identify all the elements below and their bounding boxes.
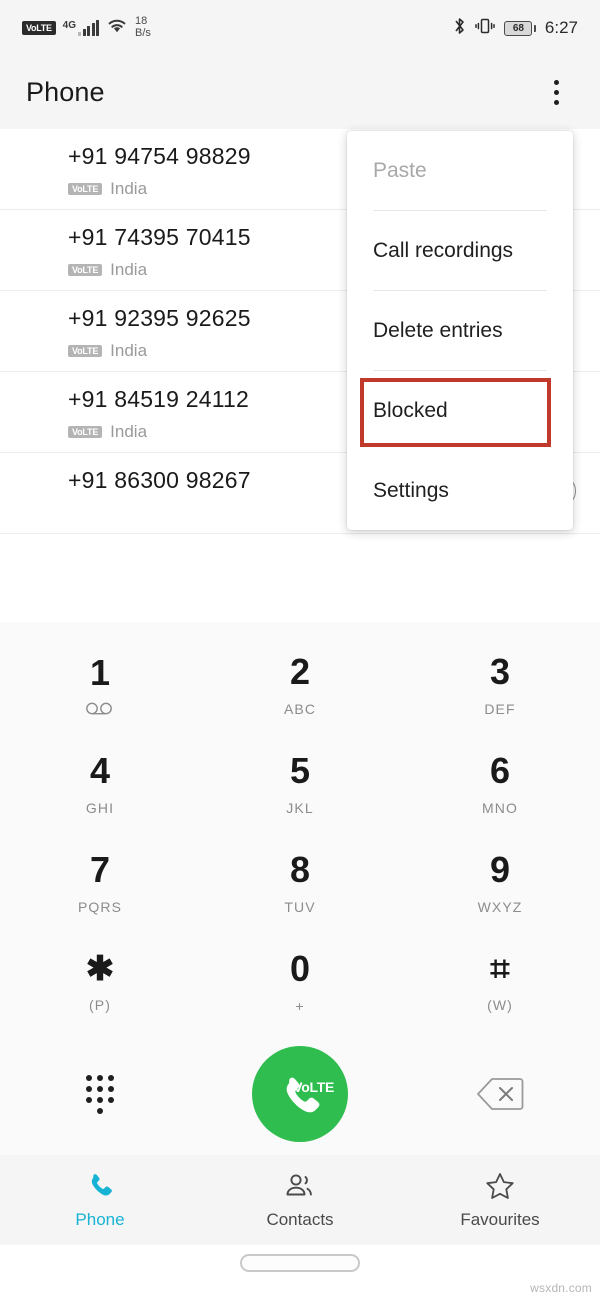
menu-item-label: Call recordings xyxy=(373,239,514,262)
call-button-volte-label: VoLTE xyxy=(293,1079,334,1095)
dialpad-digit: ✱ xyxy=(85,950,115,988)
dialpad-letters: (W) xyxy=(487,997,513,1013)
menu-item-label: Blocked xyxy=(373,399,448,422)
dialpad-letters: + xyxy=(295,998,305,1014)
dialpad-letters: MNO xyxy=(482,800,518,816)
call-log-region: India xyxy=(110,341,148,360)
dialpad-key-0[interactable]: 0 + xyxy=(200,933,400,1032)
dialpad-letters: ABC xyxy=(283,701,317,717)
data-rate-indicator: 18 B/s xyxy=(135,16,151,39)
status-bar: VoLTE 4G 18 B/s 68 6:27 xyxy=(0,0,600,56)
dialpad-key-9[interactable]: 9 WXYZ xyxy=(400,834,600,933)
dialpad-panel: 1 2 ABC 3 DEF 4 GHI 5 JKL 6 MNO 7 PQRS 8… xyxy=(0,622,600,1155)
call-log-region: India xyxy=(110,260,148,279)
dialpad-key-2[interactable]: 2 ABC xyxy=(200,636,400,735)
watermark-text: wsxdn.com xyxy=(530,1281,592,1295)
page-title: Phone xyxy=(26,77,105,107)
menu-item-label: Settings xyxy=(373,479,449,502)
menu-item-blocked[interactable]: Blocked xyxy=(347,371,573,451)
dialpad-key-3[interactable]: 3 DEF xyxy=(400,636,600,735)
network-type-label: 4G xyxy=(62,20,77,31)
dialpad-key-hash[interactable]: ⌗ (W) xyxy=(400,933,600,1032)
phone-app-screen: VoLTE 4G 18 B/s 68 6:27 Phone +91 94754 … xyxy=(0,0,600,1300)
tab-label: Phone xyxy=(75,1209,125,1229)
tab-label: Contacts xyxy=(266,1209,334,1229)
dialpad-digit: 8 xyxy=(289,849,311,890)
wifi-icon xyxy=(106,17,128,39)
dialpad-digit: 6 xyxy=(489,750,511,791)
status-bar-left: VoLTE 4G 18 B/s xyxy=(22,16,151,39)
voicemail-icon xyxy=(85,701,115,717)
phone-handset-icon xyxy=(91,1173,112,1195)
volte-badge-icon: VoLTE xyxy=(68,426,103,438)
dialpad-letters: JKL xyxy=(286,800,314,816)
dialpad-digit: 5 xyxy=(289,750,311,791)
battery-percent-label: 68 xyxy=(512,22,524,34)
volte-badge-icon: VoLTE xyxy=(68,345,103,357)
dialpad-keys: 1 2 ABC 3 DEF 4 GHI 5 JKL 6 MNO 7 PQRS 8… xyxy=(0,622,600,1032)
system-gesture-area: wsxdn.com xyxy=(0,1245,600,1300)
menu-item-paste[interactable]: Paste xyxy=(347,131,573,211)
dialpad-dots-icon xyxy=(86,1074,114,1114)
overflow-menu[interactable]: Paste Call recordings Delete entries Blo… xyxy=(347,131,573,530)
dialpad-digit: ⌗ xyxy=(490,950,510,988)
call-log-region: India xyxy=(110,179,148,198)
volte-badge-icon: VoLTE xyxy=(68,183,103,195)
volte-status-icon: VoLTE xyxy=(22,21,56,35)
overflow-menu-icon[interactable] xyxy=(538,71,574,115)
tab-favourites[interactable]: Favourites xyxy=(400,1171,600,1230)
star-outline-icon xyxy=(486,1172,514,1199)
menu-item-delete-entries[interactable]: Delete entries xyxy=(347,291,573,371)
call-log-region: India xyxy=(110,422,148,441)
tab-label: Favourites xyxy=(460,1209,540,1229)
menu-item-label: Paste xyxy=(373,159,427,182)
dialpad-digit: 0 xyxy=(289,948,311,989)
menu-item-settings[interactable]: Settings xyxy=(347,451,573,531)
call-button[interactable]: VoLTE xyxy=(200,1046,400,1142)
dialpad-letters: DEF xyxy=(484,701,516,717)
bluetooth-icon xyxy=(453,16,466,41)
tab-phone[interactable]: Phone xyxy=(0,1171,200,1230)
status-bar-right: 68 6:27 xyxy=(453,16,578,41)
dialpad-key-star[interactable]: ✱ (P) xyxy=(0,933,200,1032)
dialpad-action-row: VoLTE xyxy=(0,1034,600,1154)
signal-bars-icon xyxy=(78,20,100,36)
dialpad-key-7[interactable]: 7 PQRS xyxy=(0,834,200,933)
backspace-icon xyxy=(477,1078,524,1110)
dialpad-letters: (P) xyxy=(89,997,111,1013)
keypad-toggle-button[interactable] xyxy=(0,1074,200,1114)
dialpad-digit: 2 xyxy=(289,651,311,692)
app-bar: Phone xyxy=(0,56,600,129)
dialpad-key-5[interactable]: 5 JKL xyxy=(200,735,400,834)
dialpad-key-4[interactable]: 4 GHI xyxy=(0,735,200,834)
dialpad-digit: 7 xyxy=(89,849,111,890)
dialpad-letters: PQRS xyxy=(77,899,123,915)
dialpad-digit: 4 xyxy=(89,750,111,791)
dialpad-letters: GHI xyxy=(85,800,115,816)
status-bar-clock: 6:27 xyxy=(544,18,578,37)
backspace-button[interactable] xyxy=(400,1076,600,1112)
volte-badge-icon: VoLTE xyxy=(68,264,103,276)
dialpad-key-8[interactable]: 8 TUV xyxy=(200,834,400,933)
vibrate-icon xyxy=(475,16,496,41)
dialpad-digit: 9 xyxy=(489,849,511,890)
cellular-signal-icon: 4G xyxy=(62,20,100,36)
dialpad-key-6[interactable]: 6 MNO xyxy=(400,735,600,834)
tab-contacts[interactable]: Contacts xyxy=(200,1171,400,1230)
data-rate-unit: B/s xyxy=(135,27,151,39)
dialpad-digit: 3 xyxy=(489,651,511,692)
dialpad-digit: 1 xyxy=(89,651,111,693)
menu-item-label: Delete entries xyxy=(373,319,503,342)
bottom-navigation: Phone Contacts Favourites xyxy=(0,1155,600,1245)
dialpad-letters: WXYZ xyxy=(477,899,523,915)
dialpad-key-1[interactable]: 1 xyxy=(0,636,200,735)
battery-indicator: 68 xyxy=(504,20,536,36)
menu-item-call-recordings[interactable]: Call recordings xyxy=(347,211,573,291)
home-gesture-bar[interactable] xyxy=(240,1254,360,1272)
dialpad-letters: TUV xyxy=(284,899,316,915)
contacts-people-icon xyxy=(286,1173,312,1195)
